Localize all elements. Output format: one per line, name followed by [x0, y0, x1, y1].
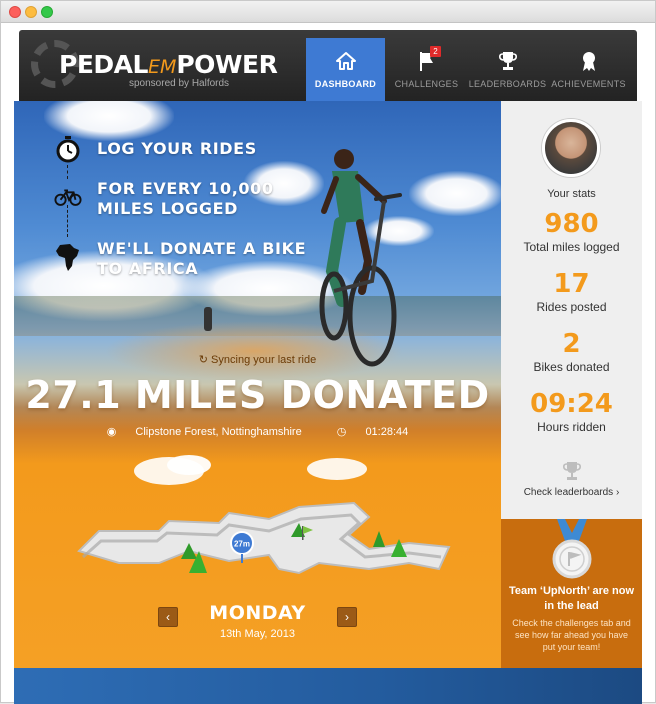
stat-hours: 09:24 Hours ridden: [501, 389, 642, 434]
check-leaderboards-link[interactable]: Check leaderboards ›: [501, 487, 642, 498]
stopwatch-small-icon: ◷: [336, 426, 347, 438]
step-text: FOR EVERY 10,000 MILES LOGGED: [97, 179, 274, 218]
location-info: ◉ Clipstone Forest, Nottinghamshire: [99, 426, 310, 438]
tab-challenges-label: CHALLENGES: [394, 79, 459, 89]
minimize-window-button[interactable]: [25, 6, 37, 18]
stats-title: Your stats: [547, 188, 596, 200]
trophy-icon: [468, 50, 547, 72]
logo-text-pedal: PEDAL: [59, 50, 148, 79]
footer-banner: [14, 668, 642, 704]
distant-cyclist-decoration: [204, 307, 212, 331]
avatar[interactable]: [542, 119, 600, 177]
duration-info: ◷ 01:28:44: [329, 426, 417, 438]
tab-dashboard[interactable]: DASHBOARD: [306, 38, 385, 101]
stat-bikes: 2 Bikes donated: [501, 329, 642, 374]
window-titlebar: [1, 1, 655, 23]
step-text: WE'LL DONATE A BIKE TO AFRICA: [97, 239, 307, 278]
map-pin-icon: ◉: [106, 426, 117, 438]
ride-meta: ◉ Clipstone Forest, Nottinghamshire ◷ 01…: [14, 425, 501, 438]
logo-text-power: POWER: [176, 50, 278, 79]
sync-status: ↻ Syncing your last ride: [14, 353, 501, 366]
ribbon-icon: [549, 50, 628, 72]
main-nav: DASHBOARD 2 CHALLENGES LEADERBOARDS ACHI…: [306, 38, 630, 101]
stat-value: 2: [562, 329, 581, 359]
tab-dashboard-label: DASHBOARD: [314, 79, 377, 89]
stopwatch-icon: [54, 135, 82, 163]
step-connector: [67, 205, 68, 237]
home-icon: [306, 50, 385, 72]
stat-miles: 980 Total miles logged: [501, 209, 642, 254]
close-window-button[interactable]: [9, 6, 21, 18]
browser-window: PEDALEMPOWER sponsored by Halfords DASHB…: [0, 0, 656, 704]
sync-icon: ↻: [198, 354, 208, 366]
page: PEDALEMPOWER sponsored by Halfords DASHB…: [14, 30, 642, 704]
team-lead-title: Team ‘UpNorth’ are now in the lead: [508, 585, 635, 612]
logo-text-em: EM: [147, 56, 177, 78]
site-header: PEDALEMPOWER sponsored by Halfords DASHB…: [19, 30, 637, 101]
distance-marker-label: 27m: [234, 540, 250, 549]
route-map: 27m: [77, 455, 451, 575]
tab-challenges[interactable]: 2 CHALLENGES: [387, 38, 466, 101]
next-day-button[interactable]: ›: [337, 607, 357, 627]
tab-achievements-label: ACHIEVEMENTS: [551, 79, 626, 89]
step-text: LOG YOUR RIDES: [97, 139, 257, 158]
stat-label: Total miles logged: [523, 240, 620, 254]
stat-value: 09:24: [530, 389, 613, 419]
medal-icon: [552, 519, 592, 579]
sponsor-text: sponsored by Halfords: [129, 78, 230, 89]
cyclist-illustration: [319, 149, 402, 367]
stats-panel: Your stats 980 Total miles logged 17 Rid…: [501, 101, 642, 519]
stat-label: Bikes donated: [533, 360, 610, 374]
miles-donated-headline: 27.1 MILES DONATED: [25, 373, 490, 417]
ride-duration: 01:28:44: [365, 426, 409, 438]
trophy-icon: [563, 462, 581, 480]
stat-rides: 17 Rides posted: [501, 269, 642, 314]
africa-icon: [54, 243, 82, 271]
tab-achievements[interactable]: ACHIEVEMENTS: [549, 38, 628, 101]
ride-location: Clipstone Forest, Nottinghamshire: [135, 426, 302, 438]
flag-icon: [387, 50, 466, 72]
stat-label: Hours ridden: [537, 420, 606, 434]
step-connector: [67, 165, 68, 179]
ride-day: MONDAY: [209, 602, 306, 624]
tab-leaderboards-label: LEADERBOARDS: [468, 79, 547, 89]
stat-label: Rides posted: [536, 300, 607, 314]
ride-date: 13th May, 2013: [219, 628, 295, 640]
tab-leaderboards[interactable]: LEADERBOARDS: [468, 38, 547, 101]
team-lead-panel: Team ‘UpNorth’ are now in the lead Check…: [501, 519, 642, 668]
stat-value: 17: [553, 269, 590, 299]
bicycle-icon: [54, 183, 82, 211]
hero-panel: LOG YOUR RIDES FOR EVERY 10,000 MILES LO…: [14, 101, 501, 668]
sync-text: Syncing your last ride: [211, 354, 317, 366]
stat-value: 980: [544, 209, 599, 239]
site-logo[interactable]: PEDALEMPOWER: [59, 50, 278, 79]
team-lead-body: Check the challenges tab and see how far…: [512, 618, 631, 652]
challenges-badge: 2: [430, 46, 441, 57]
maximize-window-button[interactable]: [41, 6, 53, 18]
